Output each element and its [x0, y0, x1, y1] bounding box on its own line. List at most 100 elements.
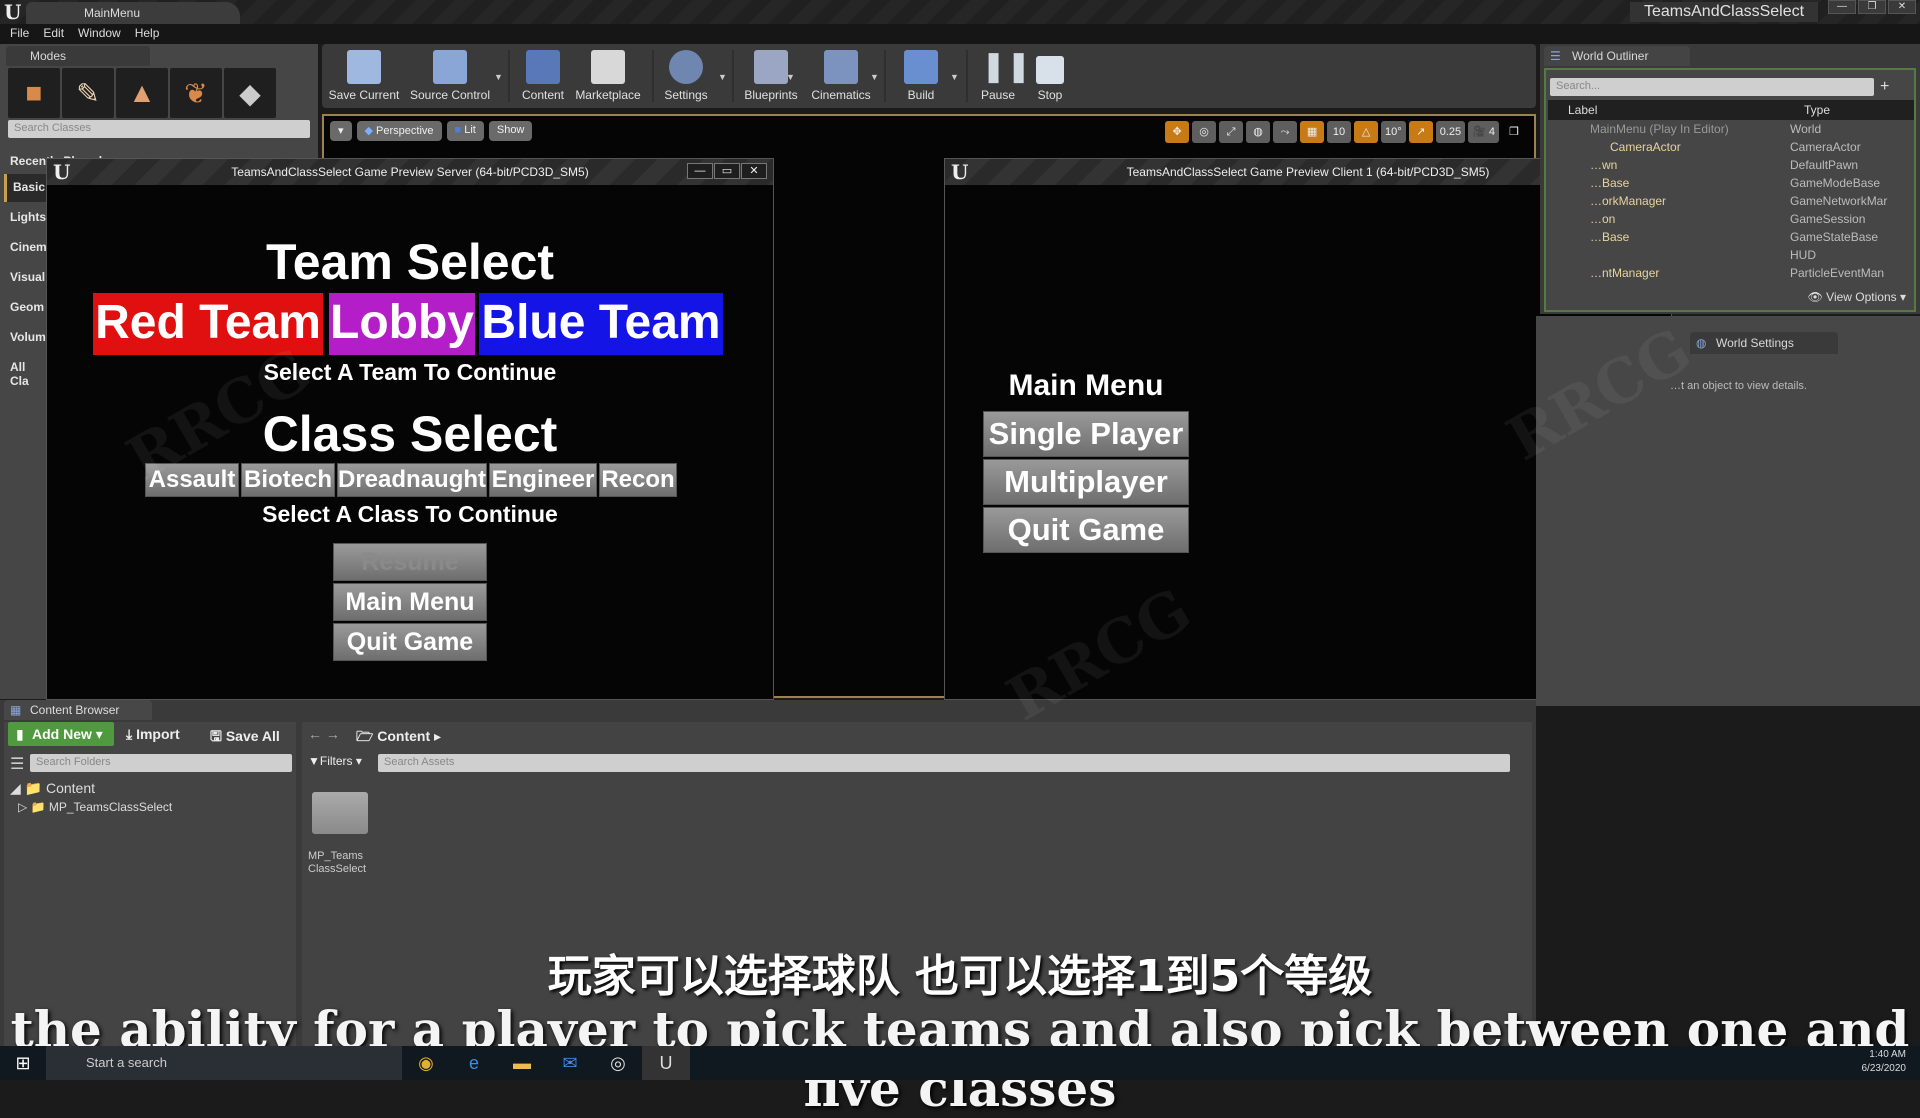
collapse-sources-icon[interactable]: ☰	[10, 754, 24, 774]
maximize-viewport-icon[interactable]: ❐	[1502, 121, 1526, 143]
lobby-button[interactable]: Lobby	[329, 293, 475, 355]
taskbar-search-input[interactable]: Start a search	[46, 1046, 402, 1080]
source-control-button[interactable]: Source Control	[408, 46, 492, 106]
multiplayer-button[interactable]: Multiplayer	[983, 459, 1189, 505]
single-player-button[interactable]: Single Player	[983, 411, 1189, 457]
class-recon-button[interactable]: Recon	[599, 463, 677, 497]
save-all-button[interactable]: 🖫 Save All	[210, 726, 280, 750]
nav-back-forward[interactable]: ← →	[308, 726, 340, 742]
outliner-row[interactable]: …ntManager ParticleEventMan	[1550, 266, 1890, 284]
category-visual[interactable]: Visual	[4, 264, 46, 292]
category-lights[interactable]: Lights	[4, 204, 46, 232]
edge-icon[interactable]: e	[450, 1046, 498, 1080]
document-tab[interactable]: MainMenu	[26, 2, 240, 24]
search-folders-input[interactable]: Search Folders	[30, 754, 292, 772]
modes-tab[interactable]: Modes	[6, 46, 150, 66]
scale-snap-icon[interactable]: ↗	[1408, 121, 1433, 143]
grid-snap-icon[interactable]: ▦	[1300, 121, 1325, 143]
column-label[interactable]: Label	[1568, 103, 1597, 117]
class-engineer-button[interactable]: Engineer	[489, 463, 597, 497]
rotation-snap-value[interactable]: 10°	[1381, 121, 1406, 143]
menu-edit[interactable]: Edit	[41, 24, 76, 44]
lit-button[interactable]: ■ Lit	[446, 121, 484, 141]
paint-mode-icon[interactable]: ✎	[62, 68, 114, 118]
unreal-editor-icon[interactable]: U	[642, 1046, 690, 1080]
outliner-row[interactable]: …Base GameModeBase	[1550, 176, 1890, 194]
class-biotech-button[interactable]: Biotech	[241, 463, 335, 497]
world-local-icon[interactable]: ◍	[1246, 121, 1271, 143]
maximize-button[interactable]: ▭	[714, 163, 740, 179]
outliner-row[interactable]: CameraActor CameraActor	[1550, 140, 1890, 158]
stop-button[interactable]: Stop	[1024, 46, 1076, 106]
scale-snap-value[interactable]: 0.25	[1435, 121, 1466, 143]
main-menu-button[interactable]: Main Menu	[333, 583, 487, 621]
blue-team-button[interactable]: Blue Team	[479, 293, 723, 355]
add-actor-icon[interactable]: +	[1880, 78, 1889, 96]
place-mode-icon[interactable]: ■	[8, 68, 60, 118]
category-basic[interactable]: Basic	[4, 174, 46, 202]
world-outliner-tab[interactable]: ☰ World Outliner	[1544, 46, 1690, 66]
search-classes-input[interactable]: Search Classes	[8, 120, 310, 138]
minimize-button[interactable]: —	[687, 163, 713, 179]
blueprints-dropdown[interactable]: ▼	[786, 72, 795, 82]
save-current-button[interactable]: Save Current	[326, 46, 402, 106]
red-team-button[interactable]: Red Team	[93, 293, 323, 355]
viewport-options-dropdown[interactable]: ▾	[330, 121, 352, 141]
start-button[interactable]: ⊞	[0, 1046, 46, 1080]
class-assault-button[interactable]: Assault	[145, 463, 239, 497]
settings-dropdown[interactable]: ▼	[718, 72, 727, 82]
import-button[interactable]: ⤓ Import	[126, 726, 180, 743]
show-button[interactable]: Show	[488, 121, 533, 141]
folder-icon[interactable]	[312, 792, 368, 834]
pause-button[interactable]: ❚❚ Pause	[972, 46, 1031, 106]
file-explorer-icon[interactable]: ▬	[498, 1046, 546, 1080]
outliner-row[interactable]: …on GameSession	[1550, 212, 1890, 230]
tree-item-mp-teamsclassselect[interactable]: ▷ 📁 MP_TeamsClassSelect	[18, 800, 172, 814]
camera-speed-button[interactable]: 🎥 4	[1468, 121, 1499, 143]
category-volumes[interactable]: Volum	[4, 324, 46, 352]
minimize-button[interactable]: —	[1828, 0, 1856, 14]
marketplace-button[interactable]: Marketplace	[572, 46, 644, 106]
category-cinematic[interactable]: Cinem	[4, 234, 47, 262]
landscape-mode-icon[interactable]: ▲	[116, 68, 168, 118]
menu-help[interactable]: Help	[133, 24, 172, 44]
outliner-row[interactable]: …orkManager GameNetworkMar	[1550, 194, 1890, 212]
build-dropdown[interactable]: ▼	[950, 72, 959, 82]
rotation-snap-icon[interactable]: △	[1354, 121, 1379, 143]
mail-icon[interactable]: ✉	[546, 1046, 594, 1080]
resume-button[interactable]: Resume	[333, 543, 487, 581]
build-button[interactable]: Build	[890, 46, 952, 106]
view-options-button[interactable]: 👁 View Options ▾	[1808, 290, 1906, 304]
category-geometry[interactable]: Geom	[4, 294, 46, 322]
scale-icon[interactable]: ⤢	[1219, 121, 1244, 143]
menu-file[interactable]: File	[8, 24, 41, 44]
source-control-dropdown[interactable]: ▼	[494, 72, 503, 82]
category-all-classes[interactable]: All Cla	[4, 354, 46, 388]
class-dreadnaught-button[interactable]: Dreadnaught	[337, 463, 487, 497]
taskbar-clock[interactable]: 1:40 AM 6/23/2020	[1862, 1048, 1907, 1076]
surface-snap-icon[interactable]: ⤳	[1273, 121, 1298, 143]
search-assets-input[interactable]: Search Assets	[378, 754, 1510, 772]
obs-icon[interactable]: ◎	[594, 1046, 642, 1080]
outliner-row[interactable]: …Base GameStateBase	[1550, 230, 1890, 248]
quit-game-button[interactable]: Quit Game	[983, 507, 1189, 553]
path-breadcrumb[interactable]: 🗁 Content ▸	[356, 726, 441, 750]
outliner-row[interactable]: HUD	[1550, 248, 1890, 266]
rotate-icon[interactable]: ◎	[1192, 121, 1217, 143]
grid-snap-value[interactable]: 10	[1327, 121, 1352, 143]
translate-icon[interactable]: ✥	[1165, 121, 1190, 143]
quit-game-button[interactable]: Quit Game	[333, 623, 487, 661]
cinematics-dropdown[interactable]: ▼	[870, 72, 879, 82]
add-new-button[interactable]: ▮ Add New ▾	[8, 722, 114, 746]
server-window-titlebar[interactable]: U TeamsAndClassSelect Game Preview Serve…	[47, 159, 773, 185]
foliage-mode-icon[interactable]: ❦	[170, 68, 222, 118]
menu-window[interactable]: Window	[76, 24, 133, 44]
world-settings-tab[interactable]: ◍ World Settings	[1690, 332, 1838, 354]
geometry-mode-icon[interactable]: ◆	[224, 68, 276, 118]
tree-item-content[interactable]: ◢ 📁 Content	[10, 780, 95, 797]
outliner-row[interactable]: MainMenu (Play In Editor) World	[1550, 122, 1890, 140]
content-button[interactable]: Content	[514, 46, 572, 106]
outliner-search-input[interactable]: Search...	[1550, 78, 1874, 96]
outliner-row[interactable]: …wn DefaultPawn	[1550, 158, 1890, 176]
close-button[interactable]: ✕	[741, 163, 767, 179]
